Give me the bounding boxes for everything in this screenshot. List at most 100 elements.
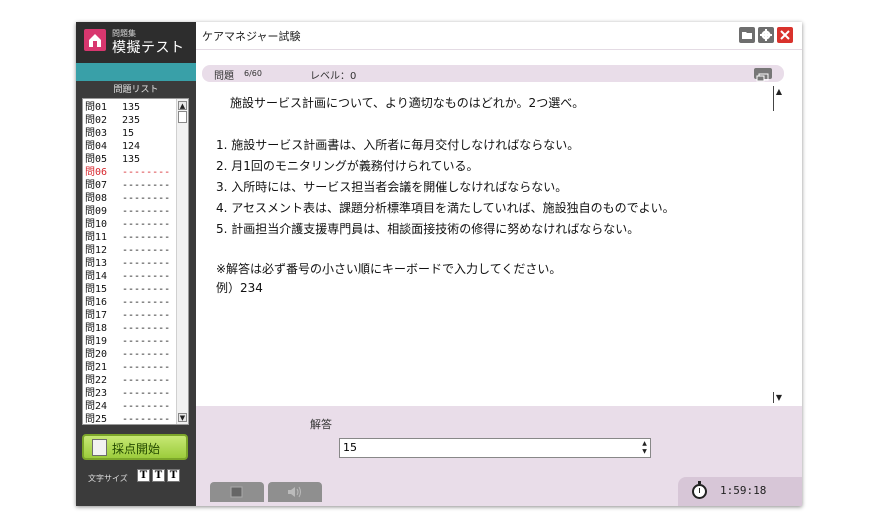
- question-number: 問25: [85, 414, 108, 425]
- option-4: 4. アセスメント表は、課題分析標準項目を満たしていれば、施設独自のものでよい。: [216, 201, 675, 215]
- question-number: 問03: [85, 128, 108, 139]
- stopwatch-icon: [692, 481, 707, 499]
- question-list-scrollbar[interactable]: ▲ ▼: [176, 99, 188, 424]
- option-3: 3. 入所時には、サービス担当者会議を開催しなければならない。: [216, 180, 568, 194]
- question-number: 問18: [85, 323, 108, 334]
- question-number: 問20: [85, 349, 108, 360]
- image-button[interactable]: [210, 482, 264, 502]
- logo-title: 模擬テスト: [112, 40, 185, 56]
- question-answer: --------: [122, 271, 171, 282]
- answer-example: 例）234: [216, 281, 263, 295]
- sidebar: 問題集 模擬テスト 問題リスト 問25 -------- 問24 -------- 問2…: [76, 22, 196, 506]
- question-answer: --------: [122, 206, 171, 217]
- image-icon: [230, 486, 243, 498]
- question-number: 問24: [85, 401, 108, 412]
- font-size-label: 文字サイズ: [88, 474, 128, 483]
- speaker-icon: [288, 486, 301, 498]
- question-answer: --------: [122, 232, 171, 243]
- scroll-thumb[interactable]: [178, 111, 187, 123]
- question-number: 問22: [85, 375, 108, 386]
- question-answer: 135: [122, 102, 141, 113]
- timer-value: 1:59:18: [720, 484, 767, 497]
- answer-input[interactable]: 15 ▲ ▼: [339, 438, 651, 458]
- question-number: 問12: [85, 245, 108, 256]
- font-size-small-button[interactable]: T: [137, 469, 150, 482]
- question-number: 問07: [85, 180, 108, 191]
- scroll-down-icon[interactable]: ▼: [178, 413, 187, 422]
- scroll-down-icon[interactable]: ▼: [773, 392, 784, 403]
- start-grading-label: 採点開始: [112, 442, 161, 456]
- question-scrollbar[interactable]: ▲ ▼: [773, 86, 784, 404]
- answer-label: 解答: [310, 418, 332, 431]
- question-header: 問題 6/60 レベル：0: [202, 65, 784, 82]
- question-number: 問10: [85, 219, 108, 230]
- question-number: 問02: [85, 115, 108, 126]
- question-level: レベル：0: [310, 67, 356, 82]
- title-bar: ケアマネジャー試験: [196, 22, 802, 50]
- gear-icon[interactable]: [758, 27, 774, 43]
- level-label: レベル：: [310, 71, 350, 82]
- question-answer: 15: [122, 128, 135, 139]
- font-size-large-button[interactable]: T: [167, 469, 180, 482]
- question-prompt: 施設サービス計画について、より適切なものはどれか。2つ選べ。: [230, 96, 585, 110]
- question-number: 問16: [85, 297, 108, 308]
- question-answer: --------: [122, 180, 171, 191]
- app-logo: 問題集 模擬テスト: [76, 22, 196, 63]
- question-number: 問23: [85, 388, 108, 399]
- question-answer: --------: [122, 258, 171, 269]
- spin-down-icon[interactable]: ▼: [640, 448, 649, 456]
- question-number: 問11: [85, 232, 108, 243]
- question-answer: --------: [122, 284, 171, 295]
- start-grading-button[interactable]: 採点開始: [82, 434, 188, 460]
- expand-icon[interactable]: [754, 68, 772, 82]
- question-list[interactable]: 問25 -------- 問24 -------- 問23 -------- 問22 ----…: [82, 98, 189, 425]
- question-number: 問14: [85, 271, 108, 282]
- timer: 1:59:18: [678, 477, 802, 506]
- answer-instruction: ※解答は必ず番号の小さい順にキーボードで入力してください。: [216, 262, 562, 276]
- question-answer: --------: [122, 362, 171, 373]
- question-answer: --------: [122, 167, 171, 178]
- question-list-header: 問題リスト: [113, 85, 159, 95]
- folder-icon[interactable]: [739, 27, 755, 43]
- option-1: 1. 施設サービス計画書は、入所者に毎月交付しなければならない。: [216, 138, 580, 152]
- question-answer: 124: [122, 141, 141, 152]
- question-answer: --------: [122, 297, 171, 308]
- question-answer: --------: [122, 219, 171, 230]
- question-label: 問題: [214, 71, 234, 82]
- scroll-thumb[interactable]: [773, 97, 774, 111]
- question-answer: --------: [122, 323, 171, 334]
- option-5: 5. 計画担当介護支援専門員は、相談面接技術の修得に努めなければならない。: [216, 222, 640, 236]
- question-number: 問04: [85, 141, 108, 152]
- home-icon: [84, 29, 106, 51]
- question-answer: 135: [122, 154, 141, 165]
- question-answer: --------: [122, 388, 171, 399]
- answer-value: 15: [343, 441, 357, 454]
- question-answer: --------: [122, 193, 171, 204]
- question-number: 問01: [85, 102, 108, 113]
- scroll-up-icon[interactable]: ▲: [773, 86, 784, 97]
- question-answer: --------: [122, 401, 171, 412]
- question-count: 6/60: [244, 69, 262, 78]
- question-number: 問17: [85, 310, 108, 321]
- audio-button[interactable]: [268, 482, 322, 502]
- option-2: 2. 月1回のモニタリングが義務付けられている。: [216, 159, 479, 173]
- question-number: 問15: [85, 284, 108, 295]
- question-answer: 235: [122, 115, 141, 126]
- notepad-icon: [92, 439, 107, 456]
- level-value: 0: [350, 71, 357, 82]
- close-icon[interactable]: [777, 27, 793, 43]
- question-answer: --------: [122, 245, 171, 256]
- spin-up-icon[interactable]: ▲: [640, 440, 649, 448]
- sidebar-accent-band: [76, 63, 196, 81]
- font-size-medium-button[interactable]: T: [152, 469, 165, 482]
- answer-spinner[interactable]: ▲ ▼: [640, 440, 649, 456]
- window-title: ケアマネジャー試験: [202, 30, 301, 43]
- question-number: 問08: [85, 193, 108, 204]
- question-answer: --------: [122, 375, 171, 386]
- question-answer: --------: [122, 336, 171, 347]
- question-answer: --------: [122, 349, 171, 360]
- question-number: 問05: [85, 154, 108, 165]
- scroll-up-icon[interactable]: ▲: [178, 101, 187, 110]
- question-body: 施設サービス計画について、より適切なものはどれか。2つ選べ。 1. 施設サービス…: [202, 84, 784, 402]
- question-number: 問13: [85, 258, 108, 269]
